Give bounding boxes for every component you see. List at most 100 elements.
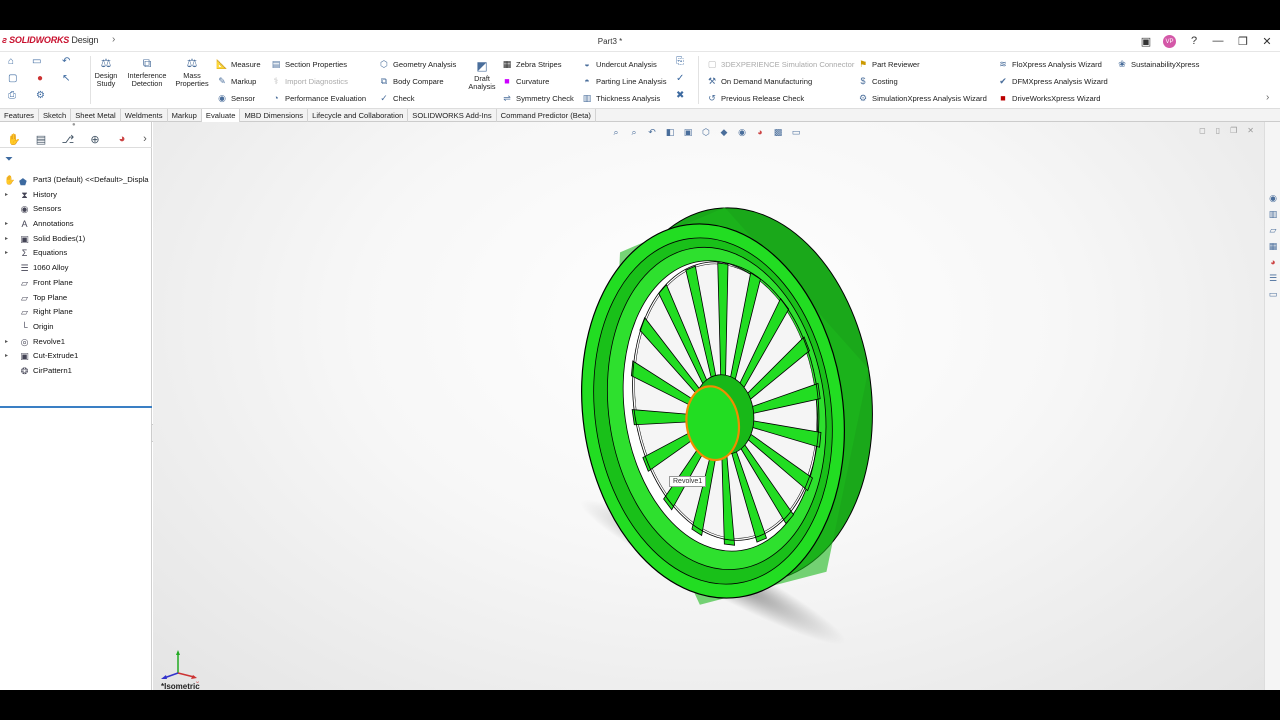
section-properties-button[interactable]: ▤ Section Properties	[270, 58, 347, 70]
tree-root[interactable]: ✋ ⬟ Part3 (Default) <<Default>_Displa	[0, 173, 152, 188]
measure-button[interactable]: 📐 Measure	[216, 58, 260, 70]
tab-feature-manager[interactable]: ✋	[5, 131, 23, 147]
tab-markup[interactable]: Markup	[168, 109, 202, 123]
custom-properties-icon[interactable]: ☰	[1267, 272, 1279, 284]
tab-display-manager[interactable]: ◕	[113, 131, 131, 147]
title-bar: ƨ SOLIDWORKS Design › Part3 * ▣ VP ? — ❐…	[0, 30, 1280, 52]
panel-more-chevron-icon[interactable]: ›	[136, 131, 154, 147]
tab-sketch[interactable]: Sketch	[39, 109, 72, 123]
new-document-icon[interactable]: ▢	[8, 73, 17, 84]
tree-item-solid-bodies[interactable]: ▸ ▣ Solid Bodies(1)	[0, 232, 152, 247]
geometry-analysis-button[interactable]: ⬡ Geometry Analysis	[378, 58, 456, 70]
tree-item-material[interactable]: ☰ 1060 Alloy	[0, 261, 152, 276]
tree-item-front-plane[interactable]: ▱ Front Plane	[0, 276, 152, 291]
sensor-label: Sensor	[231, 93, 256, 103]
print-icon[interactable]: ⎙	[8, 90, 16, 101]
help-icon[interactable]: ?	[1186, 33, 1202, 49]
sustainabilityxpress-button[interactable]: ❀ SustainabilityXpress	[1116, 58, 1199, 70]
undo-icon[interactable]: ↶	[62, 56, 70, 67]
ribbon-collapse-icon[interactable]: ›	[1266, 92, 1269, 103]
draft-analysis-label: Draft Analysis	[468, 74, 496, 91]
tab-command-predictor[interactable]: Command Predictor (Beta)	[497, 109, 596, 123]
tab-mbd-dimensions[interactable]: MBD Dimensions	[240, 109, 309, 123]
check-active-document-icon[interactable]: ✓	[676, 73, 684, 84]
undercut-analysis-button[interactable]: ◒ Undercut Analysis	[581, 58, 657, 70]
options-gear-icon[interactable]: ⚙	[36, 90, 45, 101]
view-palette-icon[interactable]: ▦	[1267, 240, 1279, 252]
tab-lifecycle[interactable]: Lifecycle and Collaboration	[308, 109, 409, 123]
home-icon[interactable]: ⌂	[8, 56, 14, 67]
simulation-connector-button[interactable]: ▢ 3DEXPERIENCE Simulation Connector	[706, 58, 855, 70]
solidworks-resources-icon[interactable]: ◉	[1267, 192, 1279, 204]
design-library-icon[interactable]: ▥	[1267, 208, 1279, 220]
expand-icon[interactable]: ▸	[5, 246, 8, 260]
simulationxpress-button[interactable]: ⚙ SimulationXpress Analysis Wizard	[857, 92, 987, 104]
open-folder-icon[interactable]: ▭	[32, 56, 41, 67]
costing-button[interactable]: $ Costing	[857, 75, 897, 87]
tree-item-cut-extrude1[interactable]: ▸ ▣ Cut-Extrude1	[0, 349, 152, 364]
expand-icon[interactable]: ▸	[5, 188, 8, 202]
sensor-button[interactable]: ◉ Sensor	[216, 92, 255, 104]
tab-features[interactable]: Features	[0, 109, 39, 123]
parting-line-analysis-button[interactable]: ◓ Parting Line Analysis	[581, 75, 666, 87]
import-diagnostics-button[interactable]: ⚕ Import Diagnostics	[270, 75, 348, 87]
tree-item-sensors[interactable]: ◉ Sensors	[0, 202, 152, 217]
graphics-area[interactable]: ⌕ ⌕ ↶ ◧ ▣ ⬡ ◆ ◉ ◕ ▩ ▭ ◻ ▯ ❐ ✕ Revolve1 *…	[153, 122, 1264, 690]
curvature-button[interactable]: ■ Curvature	[501, 75, 549, 87]
tab-addins[interactable]: SOLIDWORKS Add-Ins	[408, 109, 497, 123]
close-icon[interactable]: ✕	[1259, 33, 1275, 49]
minimize-icon[interactable]: —	[1210, 33, 1226, 49]
rollback-bar[interactable]	[0, 406, 152, 408]
floxpress-button[interactable]: ≋ FloXpress Analysis Wizard	[997, 58, 1102, 70]
previous-release-check-button[interactable]: ↺ Previous Release Check	[706, 92, 804, 104]
tab-weldments[interactable]: Weldments	[121, 109, 168, 123]
performance-evaluation-button[interactable]: ◔ Performance Evaluation	[270, 92, 366, 104]
mass-properties-button[interactable]: ⚖ Mass Properties	[174, 55, 210, 88]
tab-evaluate[interactable]: Evaluate	[201, 109, 241, 123]
expand-icon[interactable]: ▸	[5, 217, 8, 231]
tab-property-manager[interactable]: ▤	[32, 131, 50, 147]
rebuild-icon[interactable]: ●	[37, 73, 43, 84]
symmetry-check-icon: ⇌	[503, 92, 511, 103]
tab-dimxpert-manager[interactable]: ⊕	[86, 131, 104, 147]
tree-item-right-plane[interactable]: ▱ Right Plane	[0, 305, 152, 320]
simulationxpress-icon: ⚙	[858, 92, 868, 103]
interference-detection-button[interactable]: ⧉ Interference Detection	[125, 55, 169, 88]
expand-icon[interactable]: ▸	[5, 335, 8, 349]
appearances-icon[interactable]: ◕	[1267, 256, 1279, 268]
panel-splitter-icon[interactable]: ●	[72, 122, 76, 128]
tree-item-annotations[interactable]: ▸ A Annotations	[0, 217, 152, 232]
expand-icon[interactable]: ▸	[5, 232, 8, 246]
check-button[interactable]: ✓ Check	[378, 92, 414, 104]
tab-sheet-metal[interactable]: Sheet Metal	[71, 109, 121, 123]
tree-item-history[interactable]: ▸ ⧗ History	[0, 188, 152, 203]
select-icon[interactable]: ↖	[62, 73, 70, 84]
tree-item-origin[interactable]: └ Origin	[0, 320, 152, 335]
part-reviewer-button[interactable]: ⚑ Part Reviewer	[857, 58, 920, 70]
restore-icon[interactable]: ❐	[1235, 33, 1251, 49]
tree-item-revolve1[interactable]: ▸ ◎ Revolve1	[0, 335, 152, 350]
thickness-analysis-button[interactable]: ▥ Thickness Analysis	[581, 92, 660, 104]
dfmxpress-button[interactable]: ✔ DFMXpress Analysis Wizard	[997, 75, 1108, 87]
file-explorer-icon[interactable]: ▱	[1267, 224, 1279, 236]
tree-item-top-plane[interactable]: ▱ Top Plane	[0, 291, 152, 306]
expand-icon[interactable]: ▸	[5, 349, 8, 363]
command-prompt-icon[interactable]: ▣	[1138, 33, 1154, 49]
symmetry-check-button[interactable]: ⇌ Symmetry Check	[501, 92, 574, 104]
avatar[interactable]: VP	[1163, 35, 1176, 48]
xray-icon[interactable]: ✖	[676, 90, 684, 101]
zebra-stripes-button[interactable]: ▦ Zebra Stripes	[501, 58, 562, 70]
filter-icon[interactable]: ⏷	[5, 154, 13, 165]
wheel-model[interactable]	[153, 122, 1264, 690]
tree-item-cirpattern1[interactable]: ❂ CirPattern1	[0, 364, 152, 379]
draft-analysis-button[interactable]: ◩ Draft Analysis	[467, 58, 497, 91]
body-compare-button[interactable]: ⧉ Body Compare	[378, 75, 444, 87]
compare-documents-icon[interactable]: ⎘	[676, 56, 684, 67]
solidworks-forum-icon[interactable]: ▭	[1267, 288, 1279, 300]
on-demand-manufacturing-button[interactable]: ⚒ On Demand Manufacturing	[706, 75, 812, 87]
markup-button[interactable]: ✎ Markup	[216, 75, 256, 87]
design-study-button[interactable]: ⚖ Design Study	[93, 55, 119, 88]
tree-item-equations[interactable]: ▸ Σ Equations	[0, 246, 152, 261]
driveworksxpress-button[interactable]: ■ DriveWorksXpress Wizard	[997, 92, 1100, 104]
tab-configuration-manager[interactable]: ⎇	[59, 131, 77, 147]
